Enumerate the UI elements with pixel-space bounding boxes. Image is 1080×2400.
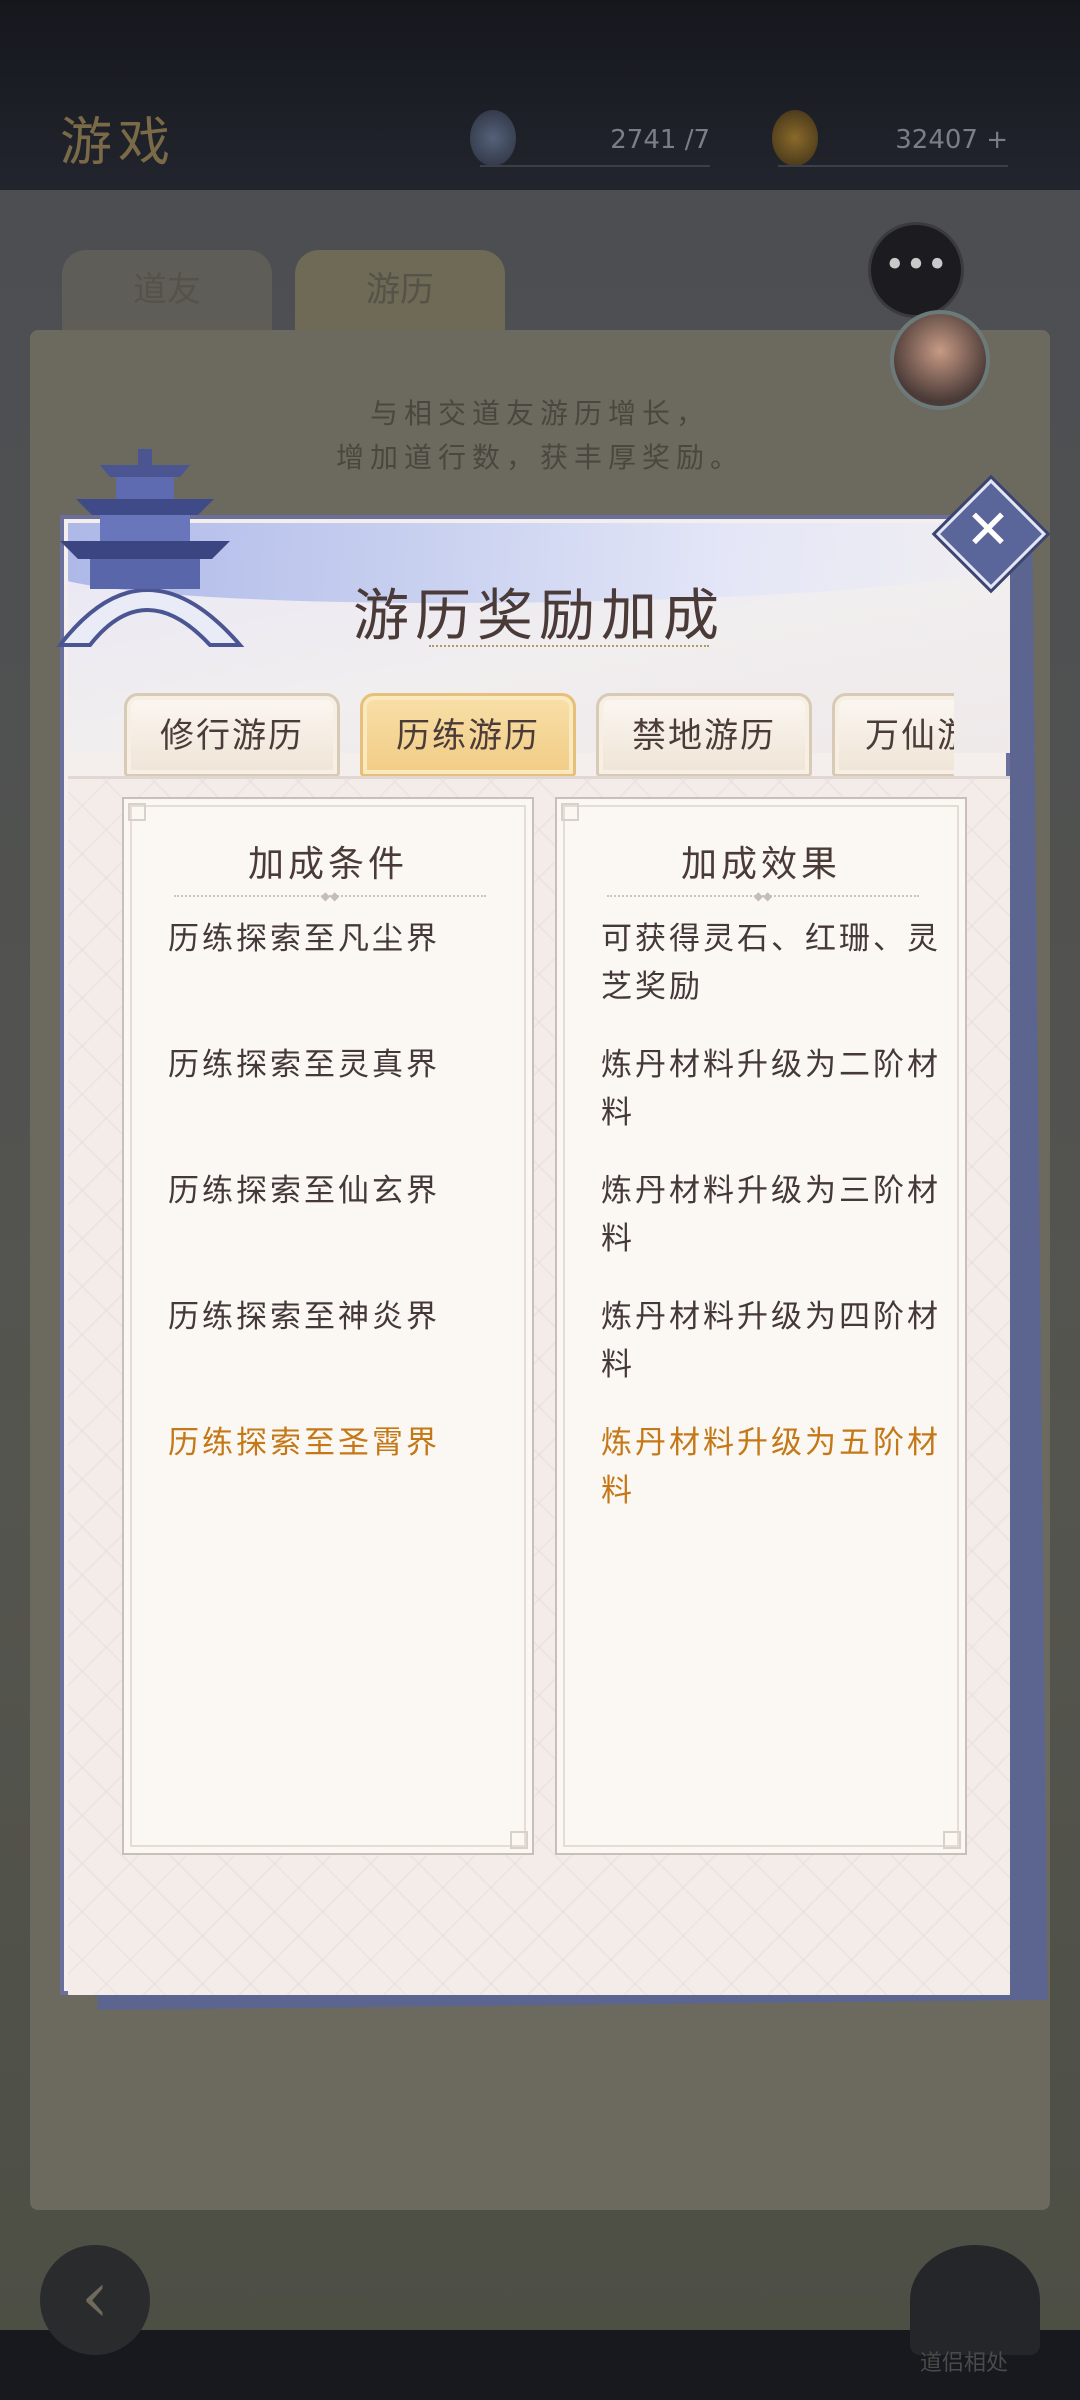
top-bar: 游戏 2741 /7 32407 + xyxy=(0,0,1080,190)
close-icon[interactable]: ✕ xyxy=(952,495,1024,567)
companion-icon[interactable] xyxy=(910,2245,1040,2355)
tab-wanxian[interactable]: 万仙游历 xyxy=(832,693,954,777)
pagoda-icon xyxy=(55,449,245,647)
effect-column: 加成效果 ◆◆ 可获得灵石、红珊、灵芝奖励 炼丹材料升级为二阶材料 炼丹材料升级… xyxy=(555,797,967,1855)
category-tabs: 修行游历 历练游历 禁地游历 万仙游历 xyxy=(124,679,954,779)
back-arrow-icon[interactable]: ‹ xyxy=(40,2245,150,2355)
condition-column: 加成条件 ◆◆ 历练探索至凡尘界 历练探索至灵真界 历练探索至仙玄界 历练探索至… xyxy=(122,797,534,1855)
tab-forbidden-land[interactable]: 禁地游历 xyxy=(596,693,812,777)
corner-ornament xyxy=(128,803,146,821)
corner-ornament xyxy=(510,1831,528,1849)
resource-counter-2[interactable]: 32407 + xyxy=(778,115,1008,167)
condition-row-5: 历练探索至圣霄界 xyxy=(168,1425,440,1461)
avatar[interactable] xyxy=(890,310,990,410)
companion-label: 道侣相处 xyxy=(920,2351,1009,2376)
bg-tab-daoyou: 道友 xyxy=(62,250,272,330)
corner-ornament xyxy=(943,1831,961,1849)
modal-frame: 游历奖励加成 修行游历 历练游历 禁地游历 万仙游历 加成条件 ◆◆ 历练探索至… xyxy=(60,515,1010,1995)
modal-body: 加成条件 ◆◆ 历练探索至凡尘界 历练探索至灵真界 历练探索至仙玄界 历练探索至… xyxy=(68,779,1010,1995)
condition-row-3: 历练探索至仙玄界 xyxy=(168,1173,440,1209)
condition-header: 加成条件 xyxy=(247,844,408,885)
resource-counter-1: 2741 /7 xyxy=(480,115,710,167)
title-divider xyxy=(429,645,709,655)
bonus-modal: 游历奖励加成 修行游历 历练游历 禁地游历 万仙游历 加成条件 ◆◆ 历练探索至… xyxy=(55,449,1048,2010)
effect-row-2: 炼丹材料升级为二阶材料 xyxy=(601,1047,941,1131)
condition-row-4: 历练探索至神炎界 xyxy=(168,1299,440,1335)
chat-icon[interactable]: ••• xyxy=(868,222,964,318)
page-title: 游戏 xyxy=(60,113,177,173)
condition-row-2: 历练探索至灵真界 xyxy=(168,1047,440,1083)
tab-cultivation[interactable]: 修行游历 xyxy=(124,693,340,777)
corner-ornament xyxy=(561,803,579,821)
condition-row-1: 历练探索至凡尘界 xyxy=(168,921,440,957)
bg-tab-youli: 游历 xyxy=(295,250,505,330)
effect-header: 加成效果 xyxy=(680,844,841,885)
effect-row-1: 可获得灵石、红珊、灵芝奖励 xyxy=(601,921,941,1005)
effect-row-4: 炼丹材料升级为四阶材料 xyxy=(601,1299,941,1383)
diamond-icon: ◆◆ xyxy=(753,889,773,903)
diamond-icon: ◆◆ xyxy=(320,889,340,903)
effect-row-3: 炼丹材料升级为三阶材料 xyxy=(601,1173,941,1257)
tab-training[interactable]: 历练游历 xyxy=(360,693,576,777)
effect-row-5: 炼丹材料升级为五阶材料 xyxy=(601,1425,941,1509)
